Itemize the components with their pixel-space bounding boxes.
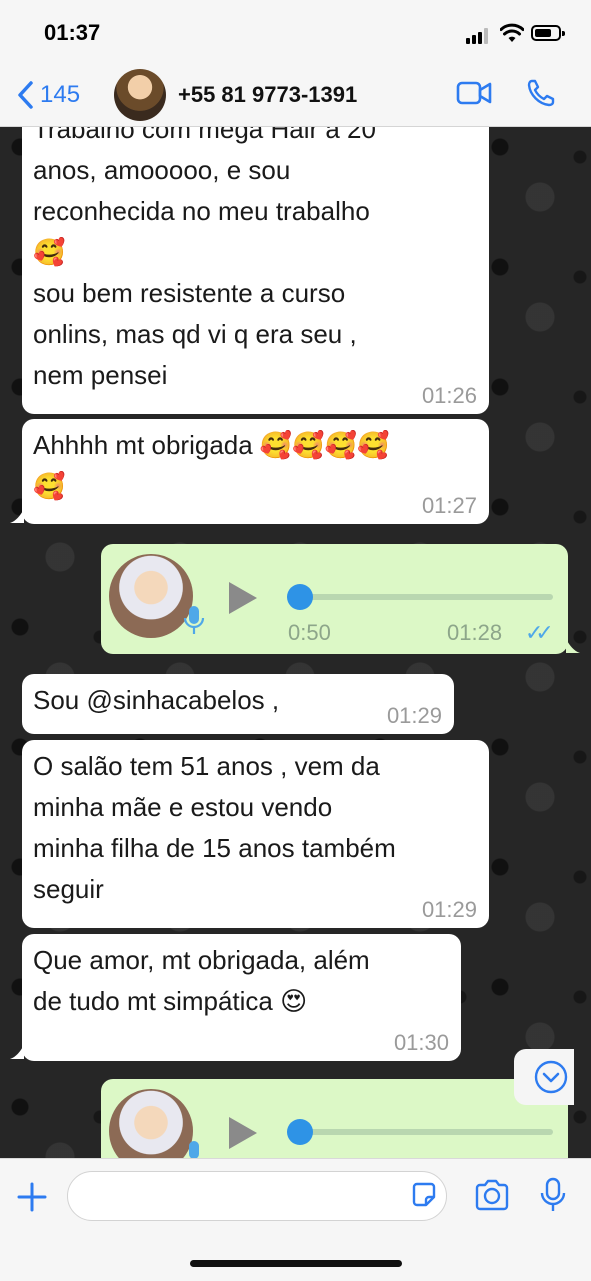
microphone-icon[interactable]	[540, 1177, 566, 1213]
camera-icon[interactable]	[474, 1179, 510, 1211]
audio-progress-track[interactable]	[287, 594, 553, 600]
unread-count: 145	[40, 81, 81, 108]
status-time: 01:37	[44, 20, 101, 45]
message-bubble[interactable]: Que amor, mt obrigada, além de tudo mt s…	[22, 934, 461, 1061]
sender-avatar	[109, 1089, 193, 1158]
message-time: 01:30	[393, 1030, 449, 1055]
bubble-tail	[566, 639, 580, 653]
chat-header: 145 +55 81 9773-1391	[0, 64, 591, 127]
audio-duration: 0:50	[288, 620, 331, 645]
home-indicator	[190, 1260, 402, 1267]
voice-message[interactable]	[101, 1079, 568, 1158]
message-text: Que amor, mt obrigada, além de tudo mt s…	[33, 945, 370, 1016]
contact-avatar[interactable]	[114, 69, 166, 121]
microphone-icon	[183, 606, 205, 634]
chevron-left-icon	[18, 81, 33, 109]
message-bubble[interactable]: O salão tem 51 anos , vem da minha mãe e…	[22, 740, 489, 928]
message-bubble[interactable]: Trabalho com mega Hair a 20 anos, amoooo…	[22, 127, 489, 414]
battery-icon	[531, 25, 565, 41]
message-time: 01:26	[421, 383, 477, 408]
signal-icon	[466, 28, 492, 44]
message-time: 01:29	[421, 897, 477, 922]
plus-icon[interactable]	[16, 1181, 48, 1213]
bubble-tail	[10, 1045, 24, 1059]
audio-scrubber[interactable]	[287, 584, 313, 610]
message-text: Sou @sinhacabelos ,	[33, 685, 280, 715]
play-button[interactable]	[229, 582, 257, 614]
contact-name[interactable]: +55 81 9773-1391	[178, 82, 357, 108]
message-bubble[interactable]: Ahhhh mt obrigada 🥰🥰🥰🥰 🥰 01:27	[22, 419, 489, 524]
voice-message[interactable]: 0:50 01:28 ✓✓	[101, 544, 568, 654]
microphone-icon	[189, 1141, 199, 1158]
message-time: 01:28	[447, 620, 503, 645]
message-time: 01:29	[386, 703, 442, 728]
chat-area[interactable]: Trabalho com mega Hair a 20 anos, amoooo…	[0, 127, 591, 1158]
sticker-icon[interactable]	[410, 1181, 438, 1209]
video-call-icon[interactable]	[456, 80, 492, 106]
audio-scrubber[interactable]	[287, 1119, 313, 1145]
play-button[interactable]	[229, 1117, 257, 1149]
message-text: Ahhhh mt obrigada 🥰🥰🥰🥰 🥰	[33, 430, 390, 501]
message-bubble[interactable]: Sou @sinhacabelos , 01:29	[22, 674, 454, 734]
message-time: 01:27	[421, 493, 477, 518]
sender-avatar	[109, 554, 193, 638]
message-input[interactable]	[67, 1171, 447, 1221]
message-text: Trabalho com mega Hair a 20 anos, amoooo…	[33, 127, 376, 390]
read-ticks-icon: ✓✓	[525, 620, 554, 645]
chevron-down-icon	[534, 1060, 568, 1094]
message-text: O salão tem 51 anos , vem da minha mãe e…	[33, 751, 396, 904]
audio-progress-track[interactable]	[287, 1129, 553, 1135]
wifi-icon	[500, 23, 524, 42]
back-button[interactable]: 145	[16, 80, 80, 110]
status-bar: 01:37	[0, 0, 591, 64]
phone-call-icon[interactable]	[526, 78, 556, 108]
scroll-to-bottom-button[interactable]	[514, 1049, 574, 1105]
bubble-tail	[10, 509, 24, 523]
